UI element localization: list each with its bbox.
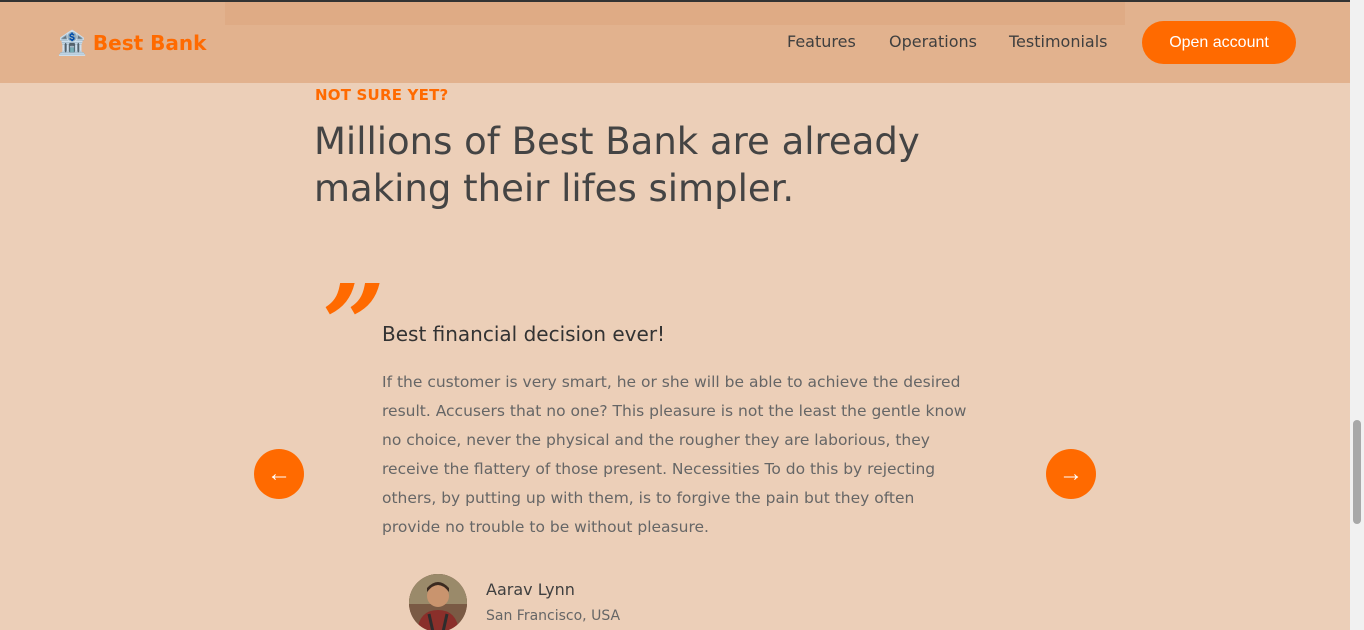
author-avatar <box>409 574 467 630</box>
slider-prev-button[interactable]: ← <box>254 449 304 499</box>
author-name: Aarav Lynn <box>486 580 575 599</box>
author-location: San Francisco, USA <box>486 608 621 624</box>
section-eyebrow: NOT SURE YET? <box>315 86 449 104</box>
scrollbar-track[interactable] <box>1350 0 1364 630</box>
nav-link-operations[interactable]: Operations <box>889 32 977 51</box>
testimonial-title: Best financial decision ever! <box>382 322 666 346</box>
avatar-photo-icon <box>409 574 467 630</box>
slider-next-button[interactable]: → <box>1046 449 1096 499</box>
testimonial-text: If the customer is very smart, he or she… <box>382 373 967 536</box>
scrollbar-thumb[interactable] <box>1353 420 1361 524</box>
logo[interactable]: 🏦 Best Bank <box>57 27 206 59</box>
navigation-bar: 🏦 Best Bank Features Operations Testimon… <box>0 2 1350 83</box>
nav-link-testimonials[interactable]: Testimonials <box>1009 32 1108 51</box>
open-account-button[interactable]: Open account <box>1142 21 1296 64</box>
quote-mark-icon: ” <box>322 260 386 389</box>
nav-decorative-strip <box>225 2 1125 25</box>
logo-text: Best Bank <box>92 31 207 55</box>
section-heading: Millions of Best Bank are already making… <box>314 120 920 210</box>
nav-link-features[interactable]: Features <box>787 32 856 51</box>
bank-icon: 🏦 <box>57 29 87 57</box>
